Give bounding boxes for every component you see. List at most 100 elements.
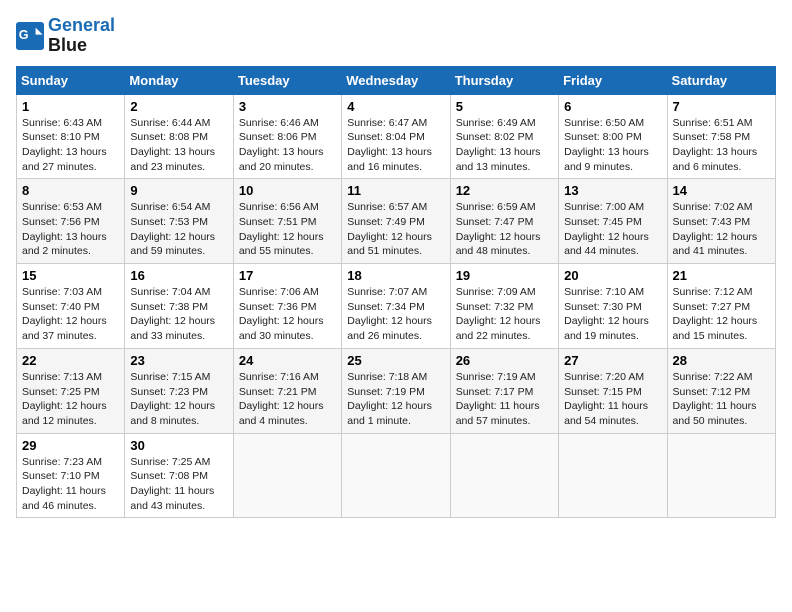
calendar-cell: 2 Sunrise: 6:44 AM Sunset: 8:08 PM Dayli… [125,94,233,179]
day-number: 13 [564,183,661,198]
day-number: 26 [456,353,553,368]
day-info: Sunrise: 6:49 AM Sunset: 8:02 PM Dayligh… [456,116,553,175]
day-number: 22 [22,353,119,368]
day-number: 20 [564,268,661,283]
calendar-cell: 27 Sunrise: 7:20 AM Sunset: 7:15 PM Dayl… [559,348,667,433]
day-header-monday: Monday [125,66,233,94]
day-number: 29 [22,438,119,453]
calendar-cell: 28 Sunrise: 7:22 AM Sunset: 7:12 PM Dayl… [667,348,775,433]
calendar-cell: 17 Sunrise: 7:06 AM Sunset: 7:36 PM Dayl… [233,264,341,349]
page-header: G General Blue [16,16,776,56]
day-info: Sunrise: 7:12 AM Sunset: 7:27 PM Dayligh… [673,285,770,344]
day-info: Sunrise: 7:25 AM Sunset: 7:08 PM Dayligh… [130,455,227,514]
day-header-friday: Friday [559,66,667,94]
day-number: 21 [673,268,770,283]
calendar-cell: 11 Sunrise: 6:57 AM Sunset: 7:49 PM Dayl… [342,179,450,264]
calendar-cell: 22 Sunrise: 7:13 AM Sunset: 7:25 PM Dayl… [17,348,125,433]
day-number: 28 [673,353,770,368]
calendar-cell: 1 Sunrise: 6:43 AM Sunset: 8:10 PM Dayli… [17,94,125,179]
calendar-cell: 10 Sunrise: 6:56 AM Sunset: 7:51 PM Dayl… [233,179,341,264]
day-info: Sunrise: 7:02 AM Sunset: 7:43 PM Dayligh… [673,200,770,259]
calendar-cell: 7 Sunrise: 6:51 AM Sunset: 7:58 PM Dayli… [667,94,775,179]
day-info: Sunrise: 6:50 AM Sunset: 8:00 PM Dayligh… [564,116,661,175]
calendar-cell [667,433,775,518]
day-info: Sunrise: 7:10 AM Sunset: 7:30 PM Dayligh… [564,285,661,344]
day-number: 8 [22,183,119,198]
day-header-saturday: Saturday [667,66,775,94]
day-number: 24 [239,353,336,368]
calendar-cell: 24 Sunrise: 7:16 AM Sunset: 7:21 PM Dayl… [233,348,341,433]
calendar-cell: 18 Sunrise: 7:07 AM Sunset: 7:34 PM Dayl… [342,264,450,349]
day-number: 5 [456,99,553,114]
calendar-cell: 15 Sunrise: 7:03 AM Sunset: 7:40 PM Dayl… [17,264,125,349]
logo: G General Blue [16,16,115,56]
day-info: Sunrise: 7:18 AM Sunset: 7:19 PM Dayligh… [347,370,444,429]
day-header-tuesday: Tuesday [233,66,341,94]
day-info: Sunrise: 7:16 AM Sunset: 7:21 PM Dayligh… [239,370,336,429]
day-info: Sunrise: 6:59 AM Sunset: 7:47 PM Dayligh… [456,200,553,259]
day-info: Sunrise: 6:43 AM Sunset: 8:10 PM Dayligh… [22,116,119,175]
day-info: Sunrise: 6:44 AM Sunset: 8:08 PM Dayligh… [130,116,227,175]
day-header-sunday: Sunday [17,66,125,94]
day-info: Sunrise: 7:19 AM Sunset: 7:17 PM Dayligh… [456,370,553,429]
calendar-cell: 29 Sunrise: 7:23 AM Sunset: 7:10 PM Dayl… [17,433,125,518]
calendar-cell: 21 Sunrise: 7:12 AM Sunset: 7:27 PM Dayl… [667,264,775,349]
day-info: Sunrise: 6:53 AM Sunset: 7:56 PM Dayligh… [22,200,119,259]
svg-text:G: G [19,28,29,42]
day-info: Sunrise: 7:09 AM Sunset: 7:32 PM Dayligh… [456,285,553,344]
day-info: Sunrise: 6:46 AM Sunset: 8:06 PM Dayligh… [239,116,336,175]
day-number: 19 [456,268,553,283]
calendar-cell: 16 Sunrise: 7:04 AM Sunset: 7:38 PM Dayl… [125,264,233,349]
calendar-cell: 8 Sunrise: 6:53 AM Sunset: 7:56 PM Dayli… [17,179,125,264]
day-info: Sunrise: 6:56 AM Sunset: 7:51 PM Dayligh… [239,200,336,259]
day-info: Sunrise: 6:54 AM Sunset: 7:53 PM Dayligh… [130,200,227,259]
day-number: 27 [564,353,661,368]
day-info: Sunrise: 7:13 AM Sunset: 7:25 PM Dayligh… [22,370,119,429]
day-info: Sunrise: 7:15 AM Sunset: 7:23 PM Dayligh… [130,370,227,429]
day-number: 7 [673,99,770,114]
day-number: 12 [456,183,553,198]
calendar-table: SundayMondayTuesdayWednesdayThursdayFrid… [16,66,776,519]
day-info: Sunrise: 7:04 AM Sunset: 7:38 PM Dayligh… [130,285,227,344]
day-number: 2 [130,99,227,114]
day-number: 17 [239,268,336,283]
calendar-cell: 26 Sunrise: 7:19 AM Sunset: 7:17 PM Dayl… [450,348,558,433]
day-info: Sunrise: 7:20 AM Sunset: 7:15 PM Dayligh… [564,370,661,429]
day-number: 23 [130,353,227,368]
day-number: 4 [347,99,444,114]
calendar-cell: 23 Sunrise: 7:15 AM Sunset: 7:23 PM Dayl… [125,348,233,433]
day-info: Sunrise: 6:47 AM Sunset: 8:04 PM Dayligh… [347,116,444,175]
day-info: Sunrise: 7:07 AM Sunset: 7:34 PM Dayligh… [347,285,444,344]
day-number: 18 [347,268,444,283]
day-info: Sunrise: 7:06 AM Sunset: 7:36 PM Dayligh… [239,285,336,344]
day-header-thursday: Thursday [450,66,558,94]
day-number: 3 [239,99,336,114]
day-info: Sunrise: 6:51 AM Sunset: 7:58 PM Dayligh… [673,116,770,175]
day-header-wednesday: Wednesday [342,66,450,94]
day-info: Sunrise: 6:57 AM Sunset: 7:49 PM Dayligh… [347,200,444,259]
calendar-cell [342,433,450,518]
day-number: 15 [22,268,119,283]
day-number: 1 [22,99,119,114]
calendar-cell: 3 Sunrise: 6:46 AM Sunset: 8:06 PM Dayli… [233,94,341,179]
calendar-cell: 4 Sunrise: 6:47 AM Sunset: 8:04 PM Dayli… [342,94,450,179]
calendar-cell: 12 Sunrise: 6:59 AM Sunset: 7:47 PM Dayl… [450,179,558,264]
calendar-cell: 5 Sunrise: 6:49 AM Sunset: 8:02 PM Dayli… [450,94,558,179]
day-info: Sunrise: 7:22 AM Sunset: 7:12 PM Dayligh… [673,370,770,429]
calendar-cell [559,433,667,518]
calendar-cell: 13 Sunrise: 7:00 AM Sunset: 7:45 PM Dayl… [559,179,667,264]
calendar-cell: 19 Sunrise: 7:09 AM Sunset: 7:32 PM Dayl… [450,264,558,349]
day-number: 25 [347,353,444,368]
day-info: Sunrise: 7:23 AM Sunset: 7:10 PM Dayligh… [22,455,119,514]
calendar-cell: 9 Sunrise: 6:54 AM Sunset: 7:53 PM Dayli… [125,179,233,264]
day-number: 6 [564,99,661,114]
calendar-cell [450,433,558,518]
day-number: 16 [130,268,227,283]
day-number: 30 [130,438,227,453]
calendar-cell: 14 Sunrise: 7:02 AM Sunset: 7:43 PM Dayl… [667,179,775,264]
calendar-cell: 25 Sunrise: 7:18 AM Sunset: 7:19 PM Dayl… [342,348,450,433]
day-number: 11 [347,183,444,198]
day-number: 9 [130,183,227,198]
calendar-cell: 30 Sunrise: 7:25 AM Sunset: 7:08 PM Dayl… [125,433,233,518]
day-number: 10 [239,183,336,198]
